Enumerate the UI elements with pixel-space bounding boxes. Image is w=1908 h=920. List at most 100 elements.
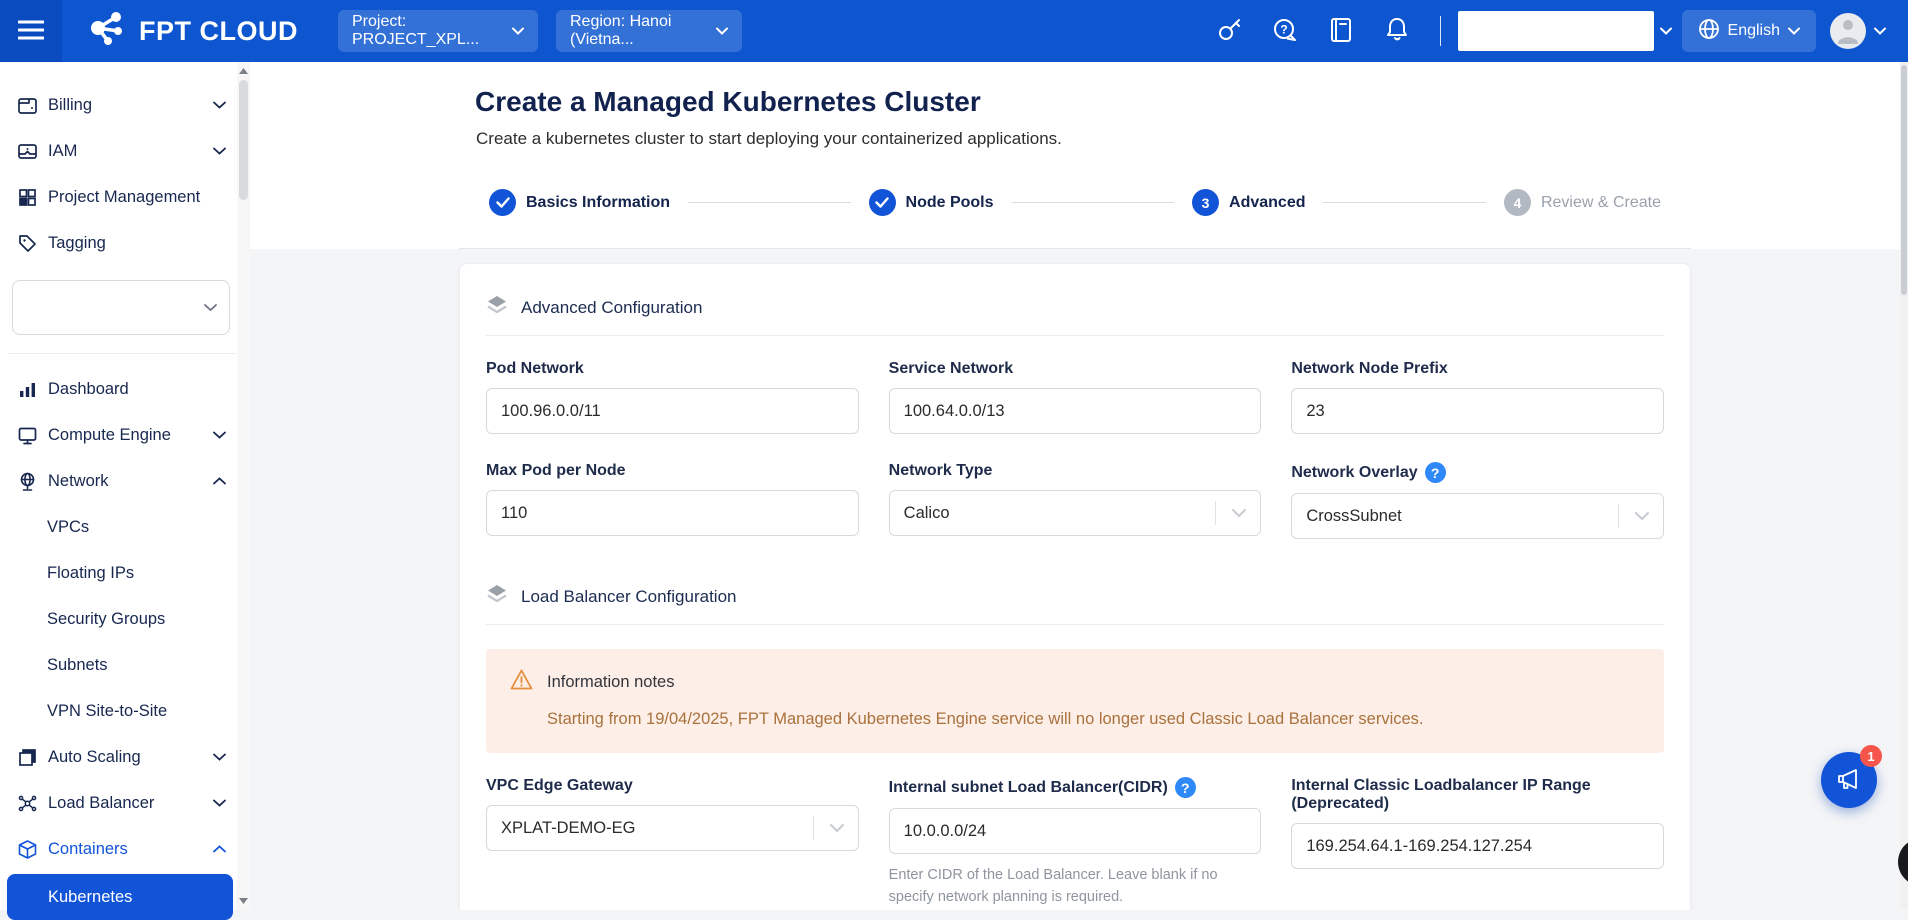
sidebar-item-subnets[interactable]: Subnets xyxy=(0,642,250,688)
sidebar-item-load-balancer[interactable]: Load Balancer xyxy=(0,780,250,826)
sidebar-label: Containers xyxy=(48,840,128,859)
fpt-cloud-logo[interactable]: FPT CLOUD xyxy=(88,9,298,54)
select-divider xyxy=(1618,504,1619,528)
field-label: Internal Classic Loadbalancer IP Range (… xyxy=(1291,777,1664,813)
step-node-pools[interactable]: Node Pools xyxy=(869,189,994,216)
language-selector[interactable]: English xyxy=(1682,10,1816,52)
top-navbar: FPT CLOUD Project: PROJECT_XPL... Region… xyxy=(0,0,1908,62)
page-scrollbar[interactable] xyxy=(1900,62,1908,910)
pod-network-input[interactable] xyxy=(486,388,859,434)
scrollbar-thumb[interactable] xyxy=(239,80,248,200)
sidebar-item-tagging[interactable]: Tagging xyxy=(0,220,250,266)
help-question-icon[interactable]: ? xyxy=(1425,462,1446,483)
section-title: Advanced Configuration xyxy=(521,298,702,318)
field-service-network: Service Network xyxy=(889,360,1262,434)
chevron-up-icon xyxy=(213,477,226,485)
service-network-input[interactable] xyxy=(889,388,1262,434)
sidebar-item-security-groups[interactable]: Security Groups xyxy=(0,596,250,642)
section-title: Load Balancer Configuration xyxy=(521,587,736,607)
note-title: Information notes xyxy=(547,673,675,692)
field-label: VPC Edge Gateway xyxy=(486,777,859,795)
chevron-down-icon xyxy=(830,824,844,833)
sidebar-item-kubernetes-active[interactable]: Kubernetes xyxy=(7,874,233,920)
sidebar-label: Load Balancer xyxy=(48,794,154,813)
chevron-down-icon xyxy=(1635,512,1649,521)
layers-icon xyxy=(486,294,508,321)
search-chevron-down-icon[interactable] xyxy=(1660,27,1672,35)
scroll-down-arrow-icon[interactable] xyxy=(237,894,250,908)
vpc-edge-gateway-select[interactable]: XPLAT-DEMO-EG xyxy=(486,805,859,851)
user-avatar[interactable] xyxy=(1830,13,1866,49)
project-selector-label: Project: PROJECT_XPL... xyxy=(352,13,500,49)
sidebar-item-vpn-site-to-site[interactable]: VPN Site-to-Site xyxy=(0,688,250,734)
notification-badge: 1 xyxy=(1860,745,1882,767)
sidebar-item-vpcs[interactable]: VPCs xyxy=(0,504,250,550)
documentation-button[interactable] xyxy=(1328,18,1355,45)
section-load-balancer-configuration: Load Balancer Configuration Information … xyxy=(486,583,1664,909)
key-icon xyxy=(1216,17,1242,46)
step-number: 3 xyxy=(1192,189,1219,216)
step-label: Advanced xyxy=(1229,194,1305,212)
sidebar-sublabel: Security Groups xyxy=(47,610,165,629)
sidebar-sublabel: Subnets xyxy=(47,656,108,675)
field-label-text: Internal subnet Load Balancer(CIDR) xyxy=(889,779,1168,797)
field-label: Network Overlay? xyxy=(1291,462,1664,483)
sidebar-item-dashboard[interactable]: Dashboard xyxy=(0,366,250,412)
step-basics-information[interactable]: Basics Information xyxy=(489,189,670,216)
sidebar-scrollbar[interactable] xyxy=(237,62,250,910)
field-vpc-edge-gateway: VPC Edge Gateway XPLAT-DEMO-EG xyxy=(486,777,859,909)
hamburger-icon xyxy=(18,20,44,43)
region-selector[interactable]: Region: Hanoi (Vietna... xyxy=(556,10,742,52)
chevron-up-icon xyxy=(213,845,226,853)
page-subtitle: Create a kubernetes cluster to start dep… xyxy=(476,129,1691,149)
svg-text:?: ? xyxy=(1280,22,1287,36)
step-label: Node Pools xyxy=(906,194,994,212)
field-pod-network: Pod Network xyxy=(486,360,859,434)
scrollbar-thumb[interactable] xyxy=(1901,65,1907,295)
sidebar-item-floating-ips[interactable]: Floating IPs xyxy=(0,550,250,596)
sidebar-label: IAM xyxy=(48,142,77,161)
search-input[interactable] xyxy=(1458,11,1654,51)
language-label: English xyxy=(1728,22,1780,40)
field-network-type: Network Type Calico xyxy=(889,462,1262,539)
sidebar-item-auto-scaling[interactable]: Auto Scaling xyxy=(0,734,250,780)
select-divider xyxy=(813,816,814,840)
field-label: Network Node Prefix xyxy=(1291,360,1664,378)
api-key-button[interactable] xyxy=(1216,18,1243,45)
bell-icon xyxy=(1385,16,1409,46)
chevron-down-icon xyxy=(213,147,226,155)
navbar-divider xyxy=(1440,16,1441,46)
internal-subnet-lb-input[interactable] xyxy=(889,808,1262,854)
classic-lb-ip-range-input[interactable] xyxy=(1291,823,1664,869)
network-node-prefix-input[interactable] xyxy=(1291,388,1664,434)
wizard-stepper: Basics Information Node Pools 3 Advanced… xyxy=(489,189,1661,248)
sidebar-item-project-management[interactable]: Project Management xyxy=(0,174,250,220)
field-label: Pod Network xyxy=(486,360,859,378)
sidebar-vpc-select[interactable] xyxy=(12,280,230,335)
notifications-button[interactable] xyxy=(1384,18,1411,45)
step-check-icon xyxy=(489,189,516,216)
step-advanced[interactable]: 3 Advanced xyxy=(1192,189,1305,216)
step-review-create[interactable]: 4 Review & Create xyxy=(1504,189,1661,216)
field-label: Network Type xyxy=(889,462,1262,480)
sidebar-item-network[interactable]: Network xyxy=(0,458,250,504)
sidebar-item-containers[interactable]: Containers xyxy=(0,826,250,872)
scroll-up-arrow-icon[interactable] xyxy=(237,64,250,78)
help-question-icon[interactable]: ? xyxy=(1175,777,1196,798)
announcements-fab-button[interactable]: 1 xyxy=(1821,752,1877,808)
network-overlay-select[interactable]: CrossSubnet xyxy=(1291,493,1664,539)
sidebar-sublabel: VPCs xyxy=(47,518,89,537)
max-pod-per-node-input[interactable] xyxy=(486,490,859,536)
project-selector[interactable]: Project: PROJECT_XPL... xyxy=(338,10,538,52)
support-button[interactable]: ? xyxy=(1272,18,1299,45)
monitor-icon xyxy=(17,425,38,446)
stacked-squares-icon xyxy=(17,747,38,768)
sidebar-label: Auto Scaling xyxy=(48,748,141,767)
menu-toggle-button[interactable] xyxy=(0,0,62,62)
sidebar-item-billing[interactable]: Billing xyxy=(0,82,250,128)
chevron-down-icon xyxy=(512,22,524,40)
avatar-chevron-down-icon[interactable] xyxy=(1874,27,1886,35)
network-type-select[interactable]: Calico xyxy=(889,490,1262,536)
sidebar-item-iam[interactable]: IAM xyxy=(0,128,250,174)
sidebar-item-compute-engine[interactable]: Compute Engine xyxy=(0,412,250,458)
